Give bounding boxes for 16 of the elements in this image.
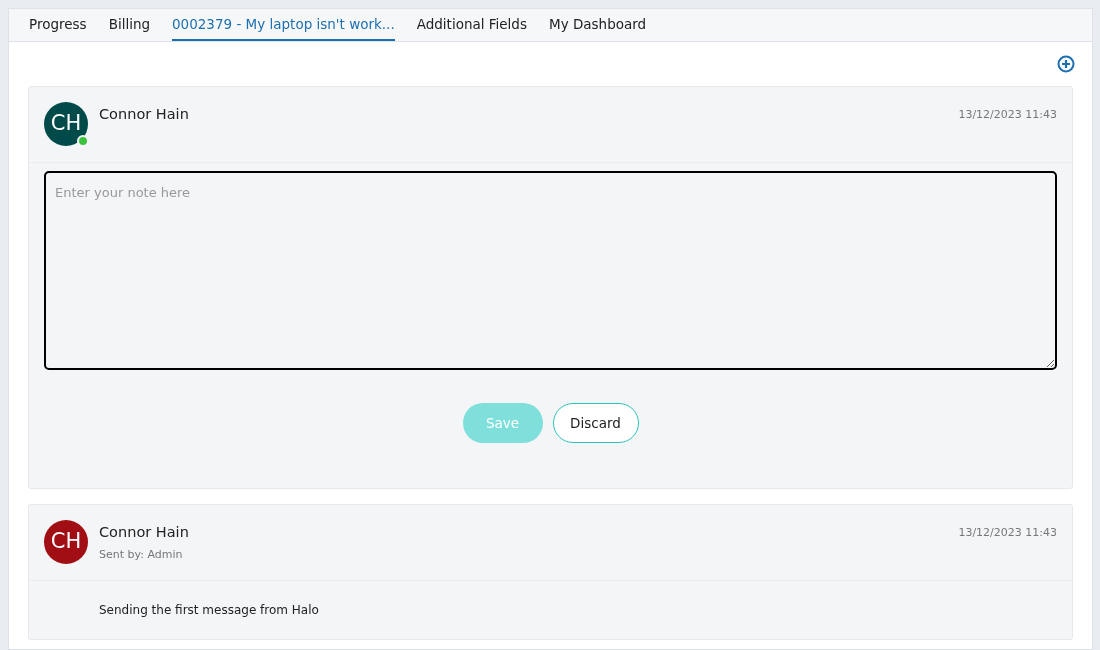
tab[interactable]: Progress: [29, 13, 87, 41]
tab[interactable]: Billing: [108, 13, 150, 41]
avatar: CH: [44, 102, 88, 146]
note-text: Sending the first message from Halo: [99, 603, 319, 617]
note-input-field[interactable]: Enter your note here: [44, 171, 1057, 370]
avatar: CH: [44, 520, 88, 564]
tab[interactable]: Additional Fields: [416, 13, 527, 41]
discard-button[interactable]: Discard: [552, 403, 639, 443]
tab[interactable]: My Dashboard: [549, 13, 647, 41]
timestamp: 13/12/2023 11:43: [958, 107, 1057, 123]
author-name: Connor Hain: [99, 105, 189, 124]
tab[interactable]: 0002379 - My laptop isn't work...: [172, 13, 395, 41]
timestamp: 13/12/2023 11:43: [958, 525, 1057, 541]
add-icon[interactable]: [1057, 55, 1075, 73]
sent-by-label: Sent by: Admin: [99, 546, 184, 563]
author-name: Connor Hain: [99, 523, 189, 542]
